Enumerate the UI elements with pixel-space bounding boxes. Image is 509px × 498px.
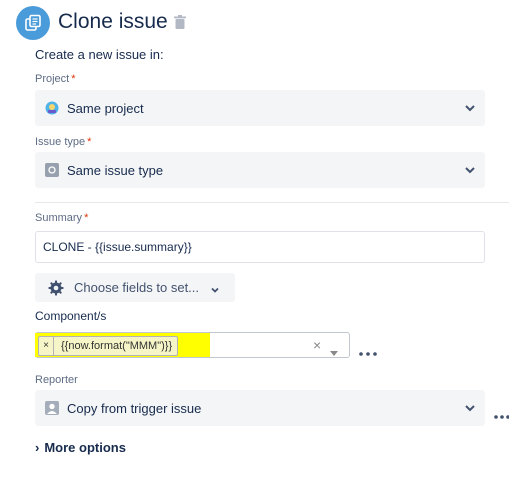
reporter-select[interactable]: Copy from trigger issue (35, 390, 485, 426)
issue-type-select[interactable]: Same issue type (35, 152, 485, 188)
more-options-label: More options (44, 440, 126, 455)
intro-text: Create a new issue in: (35, 47, 164, 62)
chevron-down-icon (464, 402, 476, 417)
more-options-toggle[interactable]: › More options (35, 440, 126, 455)
trash-icon[interactable] (174, 15, 186, 34)
clear-button[interactable]: × (313, 338, 321, 352)
reporter-value: Copy from trigger issue (67, 400, 202, 416)
summary-value: CLONE - {{issue.summary}} (43, 240, 192, 254)
issue-type-label: Issue type * (35, 136, 91, 148)
component-tag-label: {{now.format("MMM")}} (61, 340, 173, 352)
page-title: Clone issue (58, 10, 168, 33)
summary-input[interactable]: CLONE - {{issue.summary}} (35, 231, 485, 263)
chevron-down-icon (464, 102, 476, 117)
project-select[interactable]: Same project (35, 90, 485, 126)
tag-remove-button[interactable]: × (39, 337, 54, 355)
project-label: Project * (35, 73, 76, 85)
user-avatar-icon (45, 401, 59, 415)
project-value: Same project (67, 100, 144, 116)
choose-fields-label: Choose fields to set... (74, 280, 200, 295)
choose-fields-button[interactable]: Choose fields to set... (35, 273, 235, 302)
issue-type-label-text: Issue type (35, 136, 86, 148)
project-label-text: Project (35, 73, 70, 85)
issue-type-value: Same issue type (67, 162, 164, 178)
required-marker: * (84, 212, 89, 224)
issue-type-icon (45, 163, 59, 177)
more-actions-icon[interactable] (359, 343, 377, 361)
chevron-down-icon (464, 164, 476, 179)
section-divider (35, 202, 509, 203)
component-tag: × {{now.format("MMM")}} (38, 336, 179, 356)
reporter-label: Reporter (35, 374, 78, 386)
summary-label: Summary * (35, 212, 88, 224)
required-marker: * (71, 73, 76, 85)
summary-label-text: Summary (35, 212, 83, 224)
dropdown-arrow-icon[interactable] (330, 343, 338, 361)
chevron-right-icon: › (35, 440, 40, 455)
more-actions-icon[interactable] (494, 406, 509, 424)
required-marker: * (87, 136, 92, 148)
chevron-down-icon (210, 283, 220, 293)
project-avatar-icon (45, 101, 59, 115)
clone-icon (16, 6, 50, 40)
components-label: Component/s (35, 309, 107, 323)
gear-icon (48, 280, 64, 296)
